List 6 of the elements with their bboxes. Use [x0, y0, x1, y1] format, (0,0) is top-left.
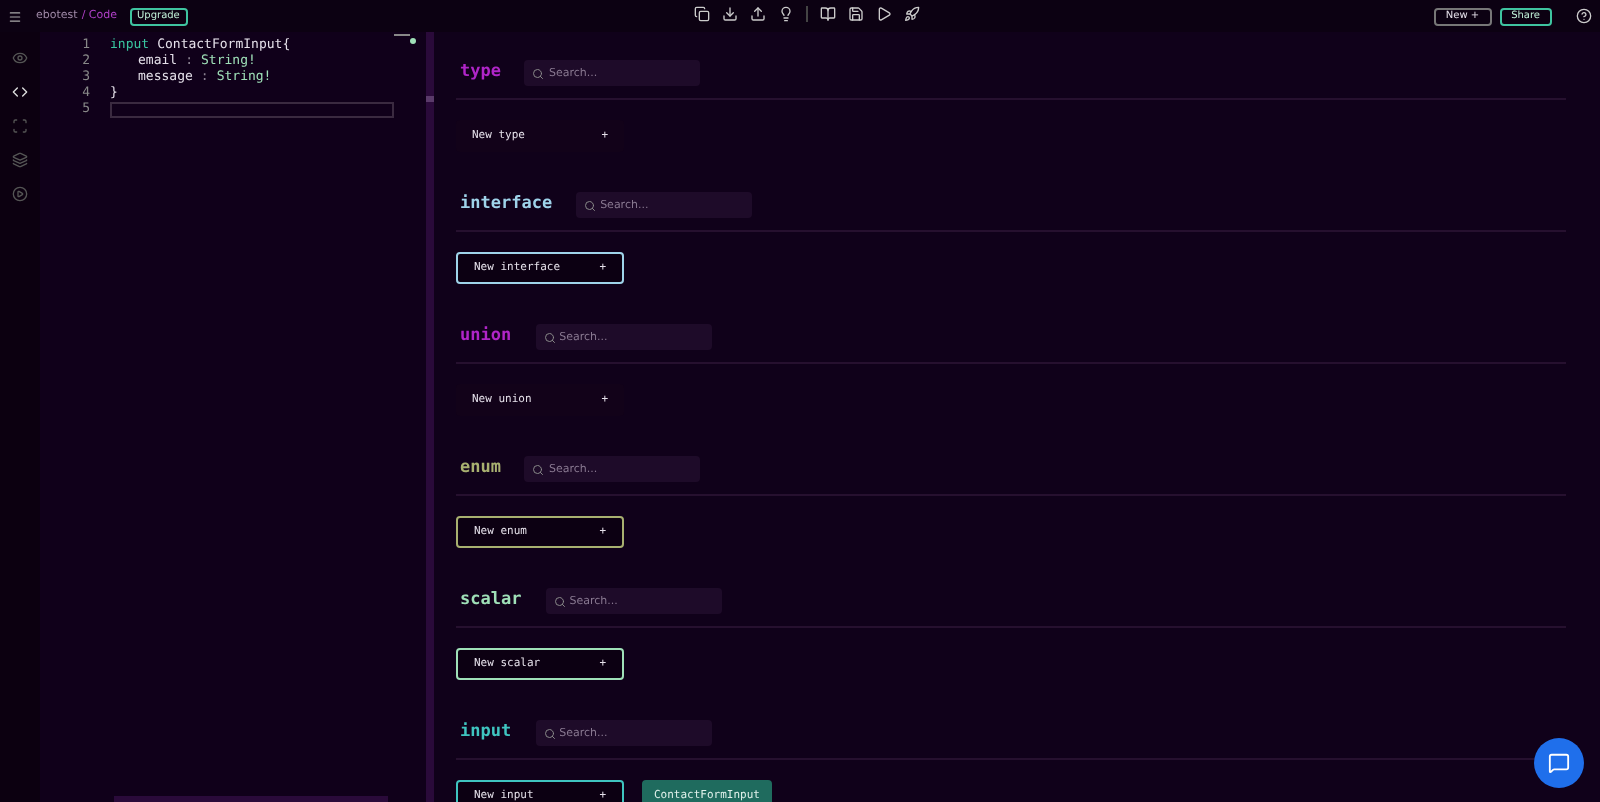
section-title: type [460, 60, 501, 86]
section-title: interface [460, 192, 553, 218]
section-title: enum [460, 456, 501, 482]
section-title: scalar [460, 588, 522, 614]
section-title: input [460, 720, 512, 746]
section-title: union [460, 324, 512, 350]
